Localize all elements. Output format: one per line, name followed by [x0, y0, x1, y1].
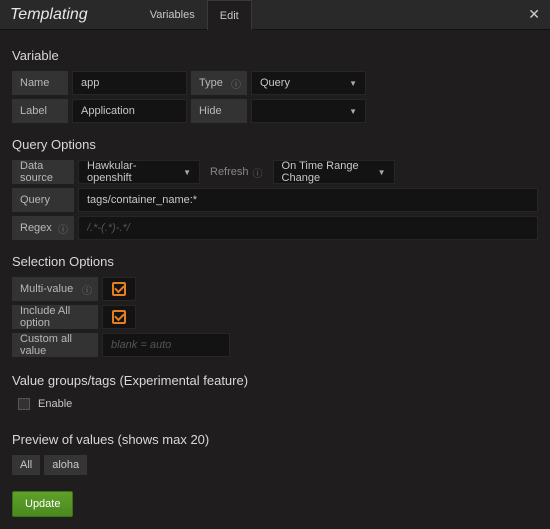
refresh-select-value: On Time Range Change — [282, 160, 372, 184]
type-select[interactable]: Query ▼ — [251, 71, 366, 95]
section-variable: Variable — [12, 48, 538, 63]
caret-down-icon: ▼ — [349, 79, 357, 88]
regex-input[interactable] — [78, 216, 538, 240]
caret-down-icon: ▼ — [378, 168, 386, 177]
enable-checkbox[interactable] — [18, 398, 30, 410]
type-select-value: Query — [260, 77, 290, 89]
info-icon[interactable]: ⓘ — [82, 282, 92, 297]
name-input[interactable] — [72, 71, 187, 95]
customall-input[interactable] — [102, 333, 230, 357]
update-button[interactable]: Update — [12, 491, 73, 517]
hide-select[interactable]: ▼ — [251, 99, 366, 123]
label-label: Label — [12, 99, 68, 123]
hide-label: Hide — [191, 99, 247, 123]
query-input[interactable] — [78, 188, 538, 212]
includeall-checkbox[interactable] — [102, 305, 136, 329]
includeall-label: Include All option — [12, 305, 98, 329]
query-label: Query — [12, 188, 74, 212]
type-label-text: Type — [199, 77, 223, 89]
caret-down-icon: ▼ — [183, 168, 191, 177]
regex-label: Regex ⓘ — [12, 216, 74, 240]
section-selection: Selection Options — [12, 254, 538, 269]
refresh-label: Refresh ⓘ — [204, 160, 269, 184]
datasource-label: Data source — [12, 160, 74, 184]
info-icon[interactable]: ⓘ — [231, 76, 241, 91]
multivalue-label-text: Multi-value — [20, 283, 73, 295]
refresh-select[interactable]: On Time Range Change ▼ — [273, 160, 395, 184]
page-title: Templating — [10, 6, 88, 24]
enable-label: Enable — [38, 398, 72, 410]
caret-down-icon: ▼ — [349, 107, 357, 116]
section-preview: Preview of values (shows max 20) — [12, 432, 538, 447]
preview-value: aloha — [44, 455, 87, 475]
info-icon[interactable]: ⓘ — [253, 165, 263, 180]
datasource-select[interactable]: Hawkular-openshift ▼ — [78, 160, 200, 184]
check-icon — [112, 282, 126, 296]
multivalue-label: Multi-value ⓘ — [12, 277, 98, 301]
datasource-select-value: Hawkular-openshift — [87, 160, 177, 184]
tab-variables[interactable]: Variables — [138, 0, 207, 29]
tab-edit[interactable]: Edit — [207, 0, 252, 30]
close-icon[interactable]: ✕ — [528, 6, 540, 23]
label-input[interactable] — [72, 99, 187, 123]
section-query-options: Query Options — [12, 137, 538, 152]
customall-label: Custom all value — [12, 333, 98, 357]
type-label: Type ⓘ — [191, 71, 247, 95]
regex-label-text: Regex — [20, 222, 52, 234]
check-icon — [112, 310, 126, 324]
section-groups: Value groups/tags (Experimental feature) — [12, 373, 538, 388]
multivalue-checkbox[interactable] — [102, 277, 136, 301]
name-label: Name — [12, 71, 68, 95]
info-icon[interactable]: ⓘ — [58, 221, 68, 236]
preview-value: All — [12, 455, 40, 475]
